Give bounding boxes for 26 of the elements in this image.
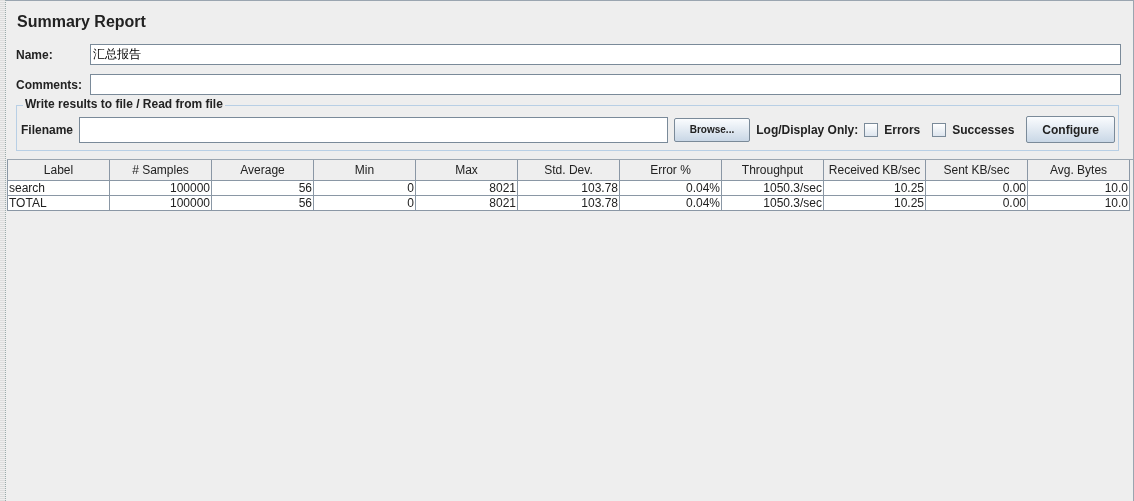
column-header[interactable]: Label bbox=[7, 160, 110, 181]
field-label: Filename bbox=[21, 122, 74, 137]
column-header[interactable]: Sent KB/sec bbox=[925, 160, 1028, 181]
column-header[interactable]: Throughput bbox=[721, 160, 824, 181]
checkbox-label: Errors bbox=[884, 122, 921, 137]
column-header[interactable]: Received KB/sec bbox=[823, 160, 926, 181]
column-header[interactable]: Error % bbox=[619, 160, 722, 181]
panel-title: Summary Report bbox=[16, 12, 147, 32]
checkbox[interactable] bbox=[864, 122, 879, 137]
configure-button[interactable]: Configure bbox=[1026, 116, 1115, 143]
browse-button[interactable]: Browse... bbox=[673, 117, 751, 142]
field-label: Log/Display Only: bbox=[756, 122, 859, 137]
column-header[interactable]: Average bbox=[211, 160, 314, 181]
column-header[interactable]: Max bbox=[415, 160, 518, 181]
column-header[interactable]: Std. Dev. bbox=[517, 160, 620, 181]
column-header[interactable]: Avg. Bytes bbox=[1027, 160, 1130, 181]
checkbox-label: Successes bbox=[952, 122, 1015, 137]
group-legend: Write results to file / Read from file bbox=[23, 97, 225, 111]
column-header[interactable]: Min bbox=[313, 160, 416, 181]
field-label: Comments: bbox=[16, 77, 83, 92]
comments-field[interactable] bbox=[90, 74, 1121, 95]
name-field[interactable]: 汇总报告 bbox=[90, 44, 1121, 65]
filename-field[interactable] bbox=[79, 116, 668, 143]
checkbox[interactable] bbox=[932, 122, 947, 137]
field-label: Name: bbox=[16, 47, 54, 62]
column-header[interactable]: # Samples bbox=[109, 160, 212, 181]
